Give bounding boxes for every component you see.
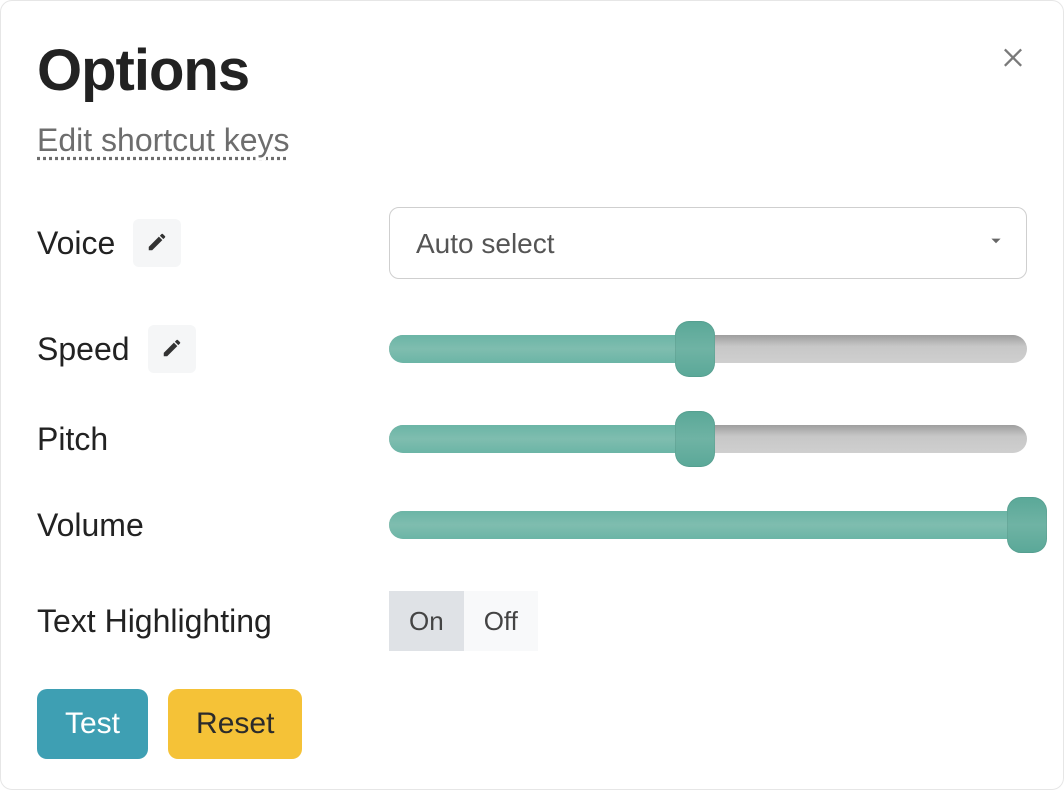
slider-thumb[interactable] (1007, 497, 1047, 553)
speed-label: Speed (37, 331, 130, 368)
highlighting-label: Text Highlighting (37, 603, 272, 640)
edit-shortcuts-link[interactable]: Edit shortcut keys (37, 122, 290, 159)
slider-thumb[interactable] (675, 411, 715, 467)
pencil-icon (146, 231, 168, 256)
pitch-label: Pitch (37, 421, 108, 458)
highlighting-toggle: On Off (389, 591, 538, 651)
volume-slider[interactable] (389, 505, 1027, 545)
slider-fill (389, 511, 1027, 539)
row-speed: Speed (37, 325, 1027, 373)
row-volume: Volume (37, 505, 1027, 545)
row-voice: Voice Auto select (37, 207, 1027, 279)
speed-slider[interactable] (389, 329, 1027, 369)
row-pitch: Pitch (37, 419, 1027, 459)
volume-label: Volume (37, 507, 144, 544)
voice-edit-button[interactable] (133, 219, 181, 267)
slider-fill (389, 425, 695, 453)
highlighting-on-button[interactable]: On (389, 591, 464, 651)
options-panel: Options Edit shortcut keys Voice Auto se… (0, 0, 1064, 790)
page-title: Options (37, 37, 1027, 104)
voice-label: Voice (37, 225, 115, 262)
test-button[interactable]: Test (37, 689, 148, 759)
slider-fill (389, 335, 695, 363)
row-highlighting: Text Highlighting On Off (37, 591, 1027, 651)
slider-thumb[interactable] (675, 321, 715, 377)
voice-select[interactable]: Auto select (389, 207, 1027, 279)
pitch-slider[interactable] (389, 419, 1027, 459)
highlighting-off-button[interactable]: Off (464, 591, 538, 651)
close-icon (999, 42, 1027, 73)
close-button[interactable] (993, 37, 1033, 77)
reset-button[interactable]: Reset (168, 689, 302, 759)
pencil-icon (161, 337, 183, 362)
speed-edit-button[interactable] (148, 325, 196, 373)
footer: Test Reset (37, 689, 302, 759)
